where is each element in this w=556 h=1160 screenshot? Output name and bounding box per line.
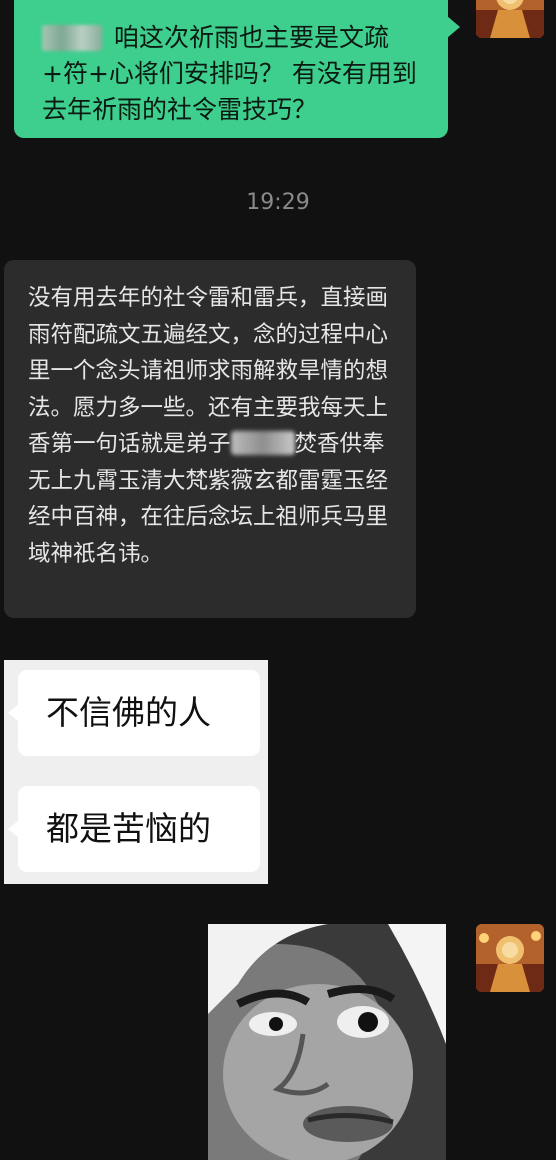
screenshot-bubble-2: 都是苦恼的	[8, 786, 260, 872]
forwarded-screenshot-image[interactable]: 不信佛的人 都是苦恼的	[4, 660, 268, 884]
incoming-message-bubble[interactable]: 没有用去年的社令雷和雷兵，直接画雨符配疏文五遍经文，念的过程中心里一个念头请祖师…	[4, 260, 416, 618]
message-timestamp: 19:29	[246, 190, 310, 215]
surprised-face-icon	[208, 924, 446, 1160]
meme-sticker-image[interactable]	[208, 924, 446, 1160]
deity-statue-icon	[476, 0, 544, 38]
screenshot-text-2: 都是苦恼的	[46, 809, 211, 848]
bubble-tail	[8, 704, 19, 722]
user-avatar[interactable]	[476, 924, 544, 992]
deity-statue-icon	[476, 924, 544, 992]
screenshot-bubble-1: 不信佛的人	[8, 670, 260, 756]
user-avatar[interactable]	[476, 0, 544, 38]
outgoing-message-bubble[interactable]: 咱这次祈雨也主要是文疏+符+心将们安排吗？ 有没有用到去年祈雨的社令雷技巧？	[14, 0, 460, 138]
bubble-tail	[8, 820, 19, 838]
bubble-tail	[447, 16, 460, 38]
redacted-name	[42, 25, 102, 51]
screenshot-text-1: 不信佛的人	[46, 693, 211, 732]
redacted-name	[230, 431, 295, 455]
